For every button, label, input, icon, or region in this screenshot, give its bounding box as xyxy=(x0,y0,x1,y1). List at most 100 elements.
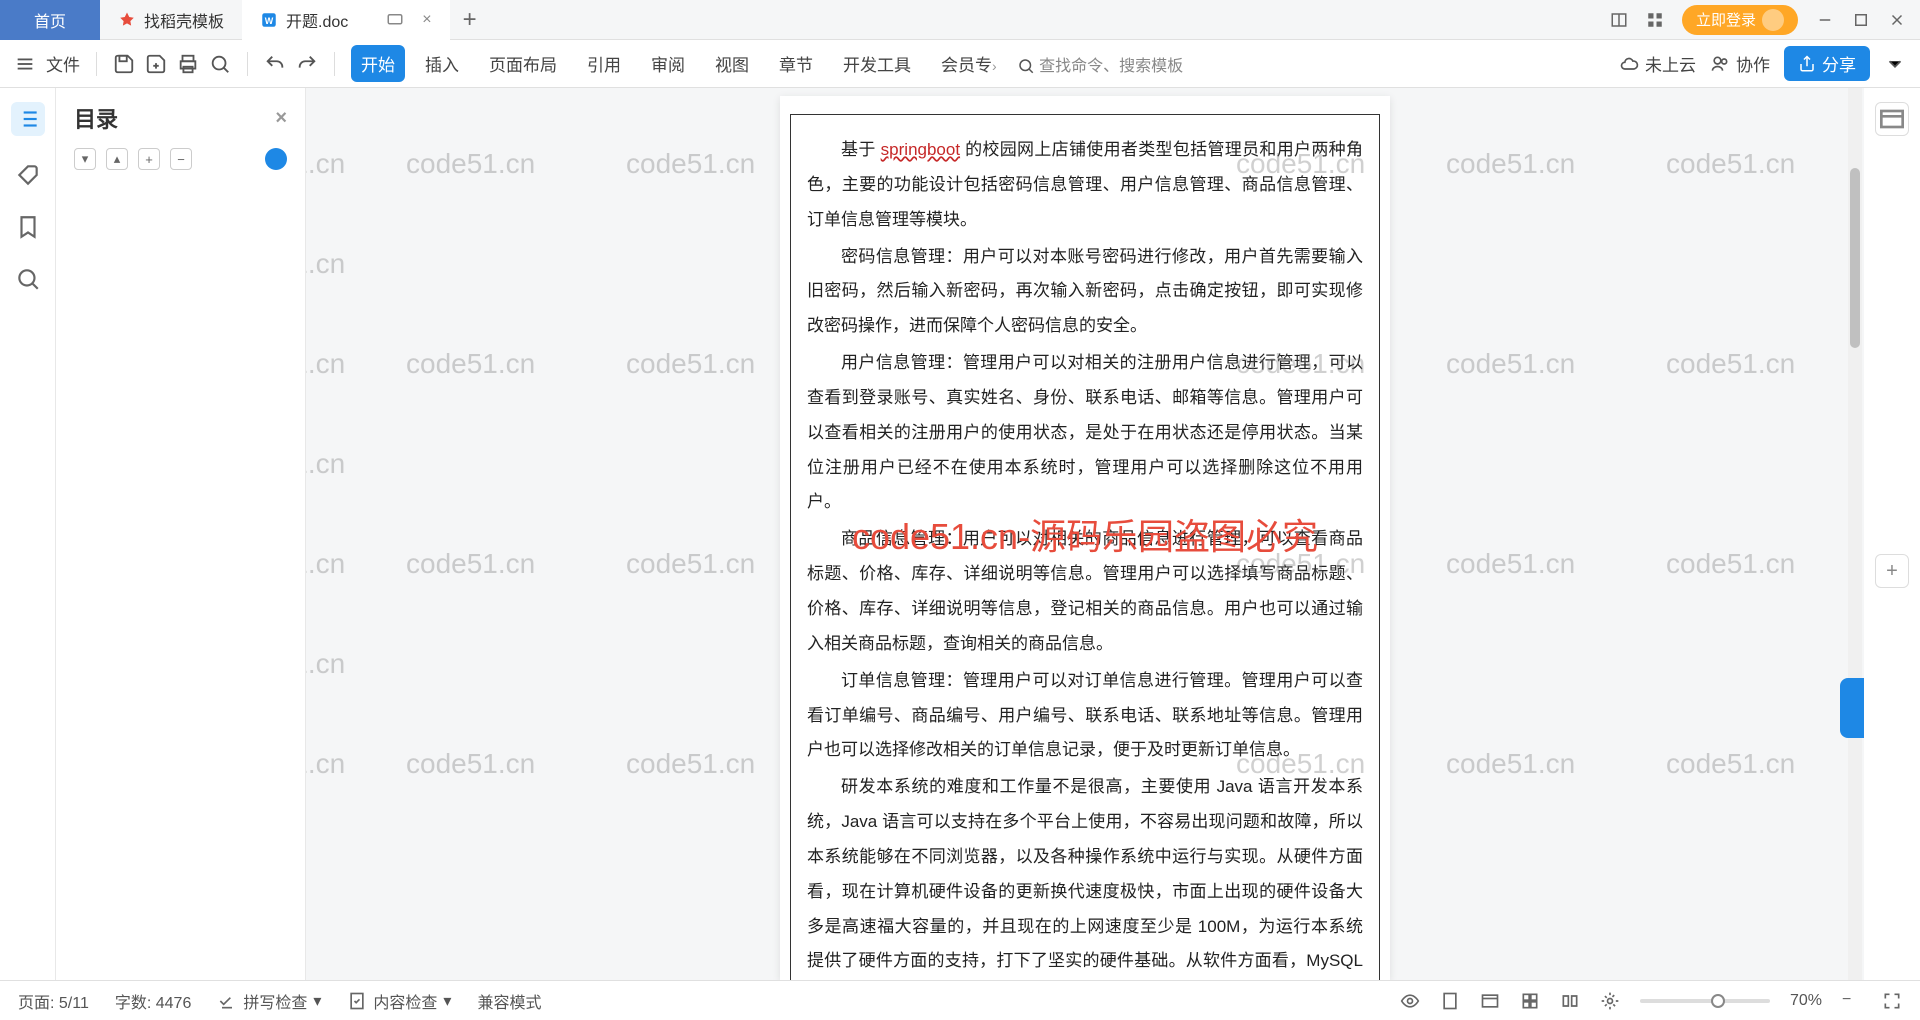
cloud-status[interactable]: 未上云 xyxy=(1619,51,1696,76)
search-icon xyxy=(1017,57,1035,75)
zoom-slider[interactable] xyxy=(1640,999,1770,1003)
tab-label: 开题.doc xyxy=(286,8,348,32)
minimize-icon[interactable] xyxy=(1816,11,1834,29)
contentcheck-icon xyxy=(347,991,367,1011)
tab-review[interactable]: 审阅 xyxy=(641,45,695,82)
coop-button[interactable]: 协作 xyxy=(1710,51,1770,76)
paragraph: 密码信息管理：用户可以对本账号密码进行修改，用户首先需要输入旧密码，然后输入新密… xyxy=(807,240,1363,345)
tab-layout[interactable]: 页面布局 xyxy=(479,45,567,82)
expand-all-icon[interactable]: ▴ xyxy=(106,148,128,170)
level-up-icon[interactable]: + xyxy=(138,148,160,170)
tab-dev[interactable]: 开发工具 xyxy=(833,45,921,82)
scroll-thumb[interactable] xyxy=(1850,168,1860,348)
close-icon[interactable]: × xyxy=(422,11,431,29)
command-search[interactable]: 查找命令、搜索模板 xyxy=(1017,52,1183,76)
tab-template[interactable]: 找稻壳模板 xyxy=(100,0,242,40)
compat-mode[interactable]: 兼容模式 xyxy=(477,989,541,1013)
watermark: code51.cn xyxy=(626,348,755,380)
watermark: code51.cn xyxy=(306,748,345,780)
watermark: code51.cn xyxy=(306,148,345,180)
login-button[interactable]: 立即登录 xyxy=(1682,5,1798,35)
tab-home[interactable]: 首页 xyxy=(0,0,100,40)
watermark: code51.cn xyxy=(1666,148,1795,180)
word-count[interactable]: 字数: 4476 xyxy=(115,989,192,1013)
watermark: code51.cn xyxy=(406,748,535,780)
collapse-ribbon-icon[interactable] xyxy=(1884,53,1906,75)
ribbon-bar: 文件 开始 插入 页面布局 引用 审阅 视图 章节 开发工具 会员专› 查找命令… xyxy=(0,40,1920,88)
spell-error: springboot xyxy=(881,140,960,159)
watermark: code51.cn xyxy=(1446,548,1575,580)
main-area: 目录 × ▾ ▴ + − code51.cn code51.cn code51.… xyxy=(0,88,1920,980)
vertical-sidebar xyxy=(0,88,56,980)
spell-check[interactable]: 拼写检查 ▾ xyxy=(217,989,321,1013)
watermark: code51.cn xyxy=(626,148,755,180)
ai-assistant-icon[interactable] xyxy=(265,148,287,170)
file-menu[interactable]: 文件 xyxy=(46,51,80,76)
watermark: code51.cn xyxy=(1666,348,1795,380)
close-window-icon[interactable] xyxy=(1888,11,1906,29)
watermark: code51.cn xyxy=(1446,748,1575,780)
zoom-settings-icon[interactable] xyxy=(1600,991,1620,1011)
view-web-icon[interactable] xyxy=(1480,991,1500,1011)
reading-mode-icon[interactable] xyxy=(1560,991,1580,1011)
watermark: code51.cn xyxy=(406,548,535,580)
undo-icon[interactable] xyxy=(264,53,286,75)
zoom-out-icon[interactable]: − xyxy=(1842,991,1862,1011)
layout-1-icon[interactable] xyxy=(1610,11,1628,29)
share-button[interactable]: 分享 xyxy=(1784,46,1870,81)
app-grid-icon[interactable] xyxy=(1646,11,1664,29)
watermark: code51.cn xyxy=(626,548,755,580)
outline-icon[interactable] xyxy=(11,102,45,136)
add-button[interactable]: + xyxy=(1875,554,1909,588)
save-icon[interactable] xyxy=(113,53,135,75)
eye-icon[interactable] xyxy=(1400,991,1420,1011)
watermark: code51.cn xyxy=(1446,148,1575,180)
screen-icon[interactable] xyxy=(386,11,404,29)
maximize-icon[interactable] xyxy=(1852,11,1870,29)
spellcheck-icon xyxy=(217,991,237,1011)
scrollbar[interactable] xyxy=(1848,88,1862,980)
status-bar: 页面: 5/11 字数: 4476 拼写检查 ▾ 内容检查 ▾ 兼容模式 70%… xyxy=(0,980,1920,1020)
print-preview-icon[interactable] xyxy=(209,53,231,75)
bookmark-icon[interactable] xyxy=(15,214,41,240)
toc-close-icon[interactable]: × xyxy=(275,107,287,130)
content-check[interactable]: 内容检查 ▾ xyxy=(347,989,451,1013)
document-canvas: code51.cn code51.cn code51.cn code51.cn … xyxy=(306,88,1864,980)
redo-icon[interactable] xyxy=(296,53,318,75)
paragraph: 商品信息管理：用户可以对相关的商品信息进行管理，可以查看商品标题、价格、库存、详… xyxy=(807,522,1363,661)
avatar-icon xyxy=(1762,9,1784,31)
tag-icon[interactable] xyxy=(15,162,41,188)
tab-label: 找稻壳模板 xyxy=(144,8,224,32)
tab-view[interactable]: 视图 xyxy=(705,45,759,82)
watermark: code51.cn xyxy=(306,248,345,280)
tab-member[interactable]: 会员专› xyxy=(931,45,1007,82)
document-page[interactable]: 基于 springboot 的校园网上店铺使用者类型包括管理员和用户两种角色，主… xyxy=(780,96,1390,980)
save-as-icon[interactable] xyxy=(145,53,167,75)
tab-start[interactable]: 开始 xyxy=(351,45,405,82)
tab-ref[interactable]: 引用 xyxy=(577,45,631,82)
level-down-icon[interactable]: − xyxy=(170,148,192,170)
tab-insert[interactable]: 插入 xyxy=(415,45,469,82)
tab-chapter[interactable]: 章节 xyxy=(769,45,823,82)
tab-document[interactable]: W 开题.doc × xyxy=(242,0,450,40)
watermark: code51.cn xyxy=(306,448,345,480)
paragraph: 研发本系统的难度和工作量不是很高，主要使用 Java 语言开发本系统，Java … xyxy=(807,770,1363,980)
feedback-tab[interactable] xyxy=(1840,678,1864,738)
print-icon[interactable] xyxy=(177,53,199,75)
login-label: 立即登录 xyxy=(1696,9,1756,30)
menu-icon[interactable] xyxy=(14,53,36,75)
tab-bar: 首页 找稻壳模板 W 开题.doc × + 立即登录 xyxy=(0,0,1920,40)
page-indicator[interactable]: 页面: 5/11 xyxy=(18,989,89,1013)
view-outline-icon[interactable] xyxy=(1520,991,1540,1011)
right-sidebar: + xyxy=(1864,88,1920,980)
new-tab-button[interactable]: + xyxy=(450,6,490,34)
fullscreen-icon[interactable] xyxy=(1882,991,1902,1011)
svg-text:W: W xyxy=(265,15,274,25)
zoom-thumb[interactable] xyxy=(1711,994,1725,1008)
collapse-all-icon[interactable]: ▾ xyxy=(74,148,96,170)
panel-toggle-icon[interactable] xyxy=(1875,102,1909,136)
search-panel-icon[interactable] xyxy=(15,266,41,292)
view-page-icon[interactable] xyxy=(1440,991,1460,1011)
zoom-value[interactable]: 70% xyxy=(1790,992,1822,1010)
docer-icon xyxy=(118,11,136,29)
